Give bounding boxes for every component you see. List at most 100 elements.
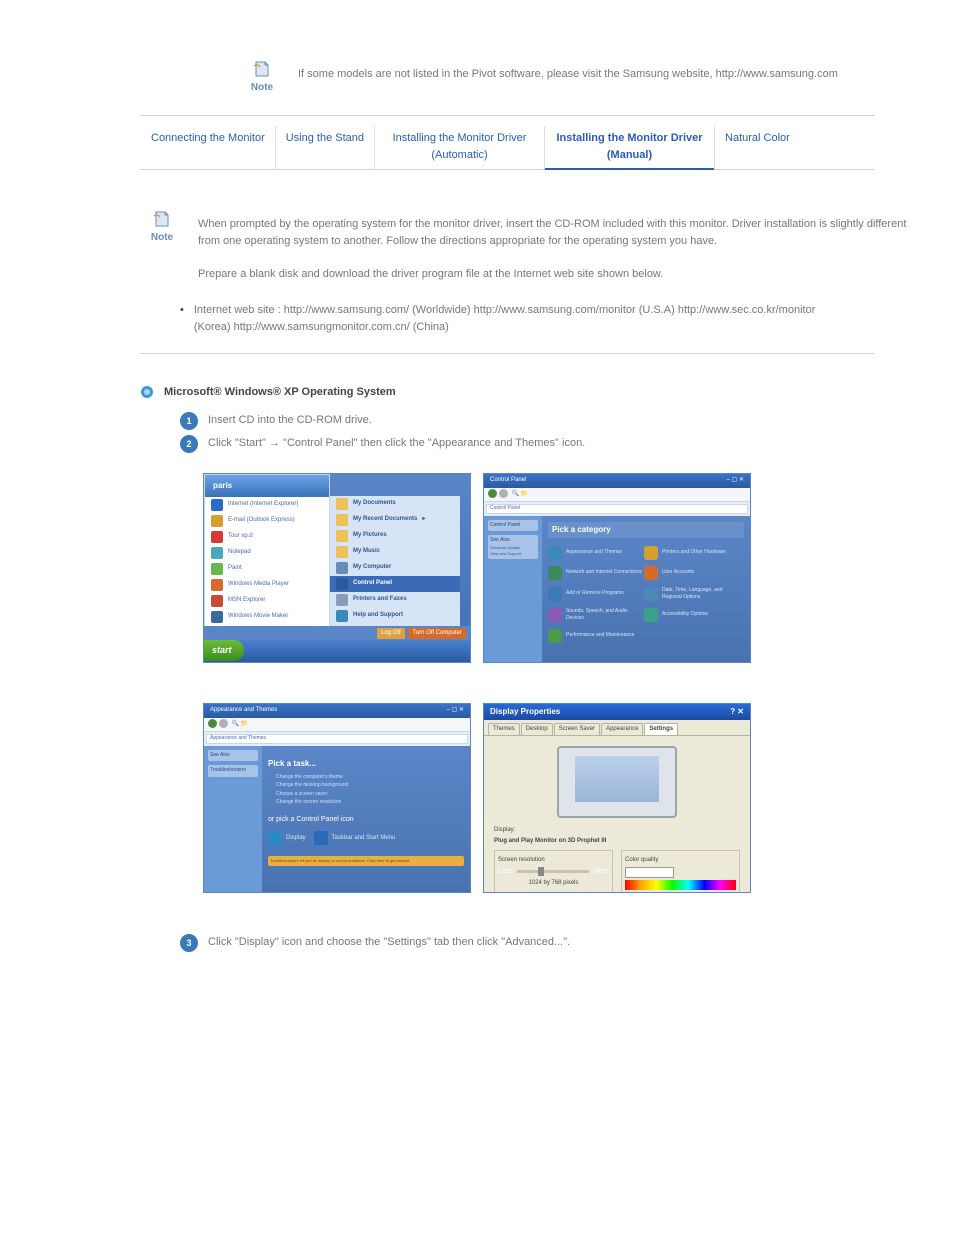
task-link[interactable]: Change the desktop background (276, 782, 464, 790)
dp-tab-settings[interactable]: Settings (644, 723, 678, 735)
window-controls-icon[interactable]: – ▢ ✕ (727, 476, 744, 486)
note-label: Note (151, 232, 173, 243)
step-num-3: 3 (180, 934, 198, 952)
folder-icon (336, 514, 348, 526)
sm-item[interactable]: MSN Explorer (205, 593, 329, 609)
step-text-1: Insert CD into the CD-ROM drive. (208, 411, 372, 430)
step-2: 2Click "Start" → "Control Panel" then cl… (180, 434, 854, 453)
category-item[interactable]: User Accounts (644, 566, 738, 580)
resolution-value: 1024 by 768 pixels (498, 879, 609, 888)
taskbar-icon (314, 831, 328, 845)
folders-icon[interactable]: 📁 (521, 491, 528, 497)
dp-tab-appearance[interactable]: Appearance (601, 723, 643, 735)
category-item[interactable]: Printers and Other Hardware (644, 546, 738, 560)
printer-icon (336, 594, 348, 606)
section-tabs: Connecting the Monitor Using the Stand I… (140, 126, 874, 170)
folder-icon (336, 530, 348, 542)
smr-item[interactable]: My Pictures (330, 528, 460, 544)
smr-item[interactable]: Printers and Faxes (330, 592, 460, 608)
sidebar-box[interactable]: Troubleshooters (208, 765, 258, 777)
category-item[interactable]: Network and Internet Connections (548, 566, 642, 580)
window-controls-icon[interactable]: – ▢ ✕ (447, 706, 464, 716)
web-links-text: Internet web site : http://www.samsung.c… (194, 302, 854, 335)
task-link[interactable]: Change the computer's theme (276, 774, 464, 782)
smr-control-panel[interactable]: Control Panel (330, 576, 460, 592)
sidebar: Control Panel See Also Windows Update He… (484, 516, 542, 662)
smr-item[interactable]: My Music (330, 544, 460, 560)
notepad-icon (211, 547, 223, 559)
forward-icon[interactable] (499, 489, 508, 498)
search-icon[interactable]: 🔍 (512, 491, 519, 497)
divider (140, 115, 874, 116)
appearance-icon (548, 546, 562, 560)
tab-install-manual[interactable]: Installing the Monitor Driver (Manual) (544, 126, 714, 169)
dp-tab-desktop[interactable]: Desktop (521, 723, 553, 735)
control-panel-icon (336, 578, 348, 590)
msn-icon (211, 595, 223, 607)
datetime-icon (644, 587, 658, 601)
resolution-slider[interactable]: Less More (498, 867, 609, 878)
category-item[interactable]: Performance and Maintenance (548, 629, 642, 643)
tab-natural-color[interactable]: Natural Color (714, 126, 800, 169)
dp-tab-screensaver[interactable]: Screen Saver (554, 723, 600, 735)
sm-item[interactable]: Paint (205, 561, 329, 577)
tab-connecting[interactable]: Connecting the Monitor (140, 126, 275, 169)
folders-icon[interactable]: 📁 (241, 721, 248, 727)
note-text-main-1: When prompted by the operating system fo… (198, 218, 906, 247)
dp-tab-themes[interactable]: Themes (488, 723, 520, 735)
smr-item[interactable]: Help and Support (330, 608, 460, 624)
category-item[interactable]: Appearance and Themes (548, 546, 642, 560)
sm-item[interactable]: Windows Media Player (205, 577, 329, 593)
address-bar[interactable]: Appearance and Themes (206, 734, 468, 744)
screenshot-start-menu: paris Internet (Internet Explorer) E-mai… (203, 473, 471, 663)
smr-item[interactable]: My Documents (330, 496, 460, 512)
window-controls-icon[interactable]: ? ✕ (730, 706, 744, 718)
ie-icon (211, 499, 223, 511)
start-button[interactable]: start (204, 640, 244, 662)
step-num-2: 2 (180, 435, 198, 453)
window-titlebar: Appearance and Themes– ▢ ✕ (204, 704, 470, 718)
note-block-main: Note When prompted by the operating syst… (140, 210, 914, 282)
sm-item[interactable]: E-mail (Outlook Express) (205, 513, 329, 529)
network-icon (548, 566, 562, 580)
sm-item[interactable]: Notepad (205, 545, 329, 561)
forward-icon[interactable] (219, 719, 228, 728)
address-bar[interactable]: Control Panel (486, 504, 748, 514)
back-icon[interactable] (208, 719, 217, 728)
folder-icon (336, 498, 348, 510)
paint-icon (211, 563, 223, 575)
back-icon[interactable] (488, 489, 497, 498)
smr-item[interactable]: My Computer (330, 560, 460, 576)
tab-stand[interactable]: Using the Stand (275, 126, 374, 169)
computer-icon (336, 562, 348, 574)
screen-resolution-group: Screen resolution Less More 1024 by 768 … (494, 850, 613, 893)
note-text-top: If some models are not listed in the Piv… (298, 60, 914, 83)
category-item[interactable]: Sounds, Speech, and Audio Devices (548, 608, 642, 623)
display-icon-item[interactable]: Display (268, 831, 306, 845)
sidebar-box[interactable]: Control Panel (488, 520, 538, 532)
category-item[interactable]: Accessibility Options (644, 608, 738, 622)
category-item[interactable]: Date, Time, Language, and Regional Optio… (644, 587, 738, 602)
tab-install-auto[interactable]: Installing the Monitor Driver (Automatic… (374, 126, 544, 169)
logoff-button[interactable]: Log Off (377, 628, 405, 639)
note-icon: Note (240, 60, 284, 95)
screenshot-appearance-themes: Appearance and Themes– ▢ ✕ 🔍 📁 Appearanc… (203, 703, 471, 893)
smr-item[interactable]: My Recent Documents ▸ (330, 512, 460, 528)
taskbar-icon-item[interactable]: Taskbar and Start Menu (314, 831, 396, 845)
sm-item[interactable]: Internet (Internet Explorer) (205, 497, 329, 513)
task-link[interactable]: Choose a screen saver (276, 791, 464, 799)
start-menu-footer: Log Off Turn Off Computer (204, 626, 470, 640)
sidebar: See Also Troubleshooters (204, 746, 262, 892)
sm-item[interactable]: Tour xp.d (205, 529, 329, 545)
sm-item[interactable]: Windows Movie Maker (205, 609, 329, 625)
task-link[interactable]: Change the screen resolution (276, 799, 464, 807)
monitor-preview-icon (557, 746, 677, 818)
web-links-bullet: • Internet web site : http://www.samsung… (180, 302, 854, 335)
help-icon (336, 610, 348, 622)
color-select[interactable]: Highest (32 bit) (625, 867, 674, 878)
sidebar-box[interactable]: See Also (208, 750, 258, 762)
turnoff-button[interactable]: Turn Off Computer (408, 628, 466, 639)
sounds-icon (548, 608, 562, 622)
search-icon[interactable]: 🔍 (232, 721, 239, 727)
category-item[interactable]: Add or Remove Programs (548, 587, 642, 601)
